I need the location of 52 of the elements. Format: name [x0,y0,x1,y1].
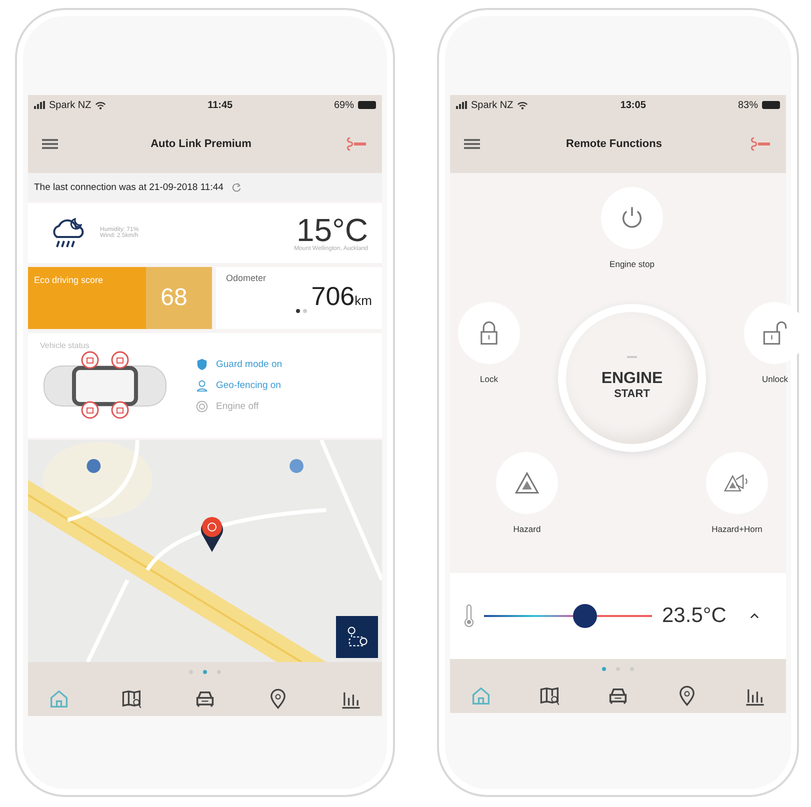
function-label: Unlock [762,374,788,384]
odometer-unit: km [354,293,372,308]
page-dot[interactable] [296,309,300,313]
page-dot[interactable] [602,667,606,671]
battery-icon [762,101,780,109]
engine-start-button[interactable]: ENGINE START [558,304,706,452]
battery-percent: 83% [738,100,758,110]
menu-button[interactable] [42,139,58,149]
carrier-name: Spark NZ [49,100,92,110]
function-label: Engine stop [610,259,654,269]
temperature-reading: 23.5°C [662,604,726,628]
menu-button[interactable] [464,139,480,149]
signal-icon [34,101,45,109]
map-tab[interactable] [121,688,143,710]
function-label: Hazard [513,524,541,534]
route-button[interactable] [336,616,378,658]
function-label: Hazard+Horn [712,524,762,534]
refresh-icon[interactable] [231,182,242,192]
hazard-icon [514,470,540,496]
map-drawing[interactable] [28,440,382,662]
eco-score-label: Eco driving score [33,274,104,287]
odometer-label: Odometer [226,273,268,283]
page-dot[interactable] [303,309,307,313]
function-label: Lock [480,374,498,384]
thermometer-icon [464,604,474,628]
eco-score-value: 68 [160,283,188,313]
status-time: 13:05 [619,100,647,110]
temperature-slider[interactable] [484,604,652,628]
car-location-pin-icon[interactable] [200,516,224,552]
map-tab[interactable] [538,685,560,707]
odometer-value: 706 [311,283,355,309]
vehicle-status-title: Vehicle status [40,341,90,350]
status-time: 11:45 [206,100,234,110]
screen-title: Remote Functions [565,138,663,150]
slider-thumb[interactable] [572,604,597,628]
battery-percent: 69% [334,100,354,110]
signal-icon [456,101,467,109]
screen-title: Auto Link Premium [150,138,252,150]
temperature-value: 15°C [296,214,368,246]
page-dot[interactable] [203,670,207,674]
sos-icon[interactable] [748,136,772,152]
status-text: Guard mode on [216,358,282,370]
last-connection-text: The last connection was at 21-09-2018 11:44 [34,182,224,192]
wifi-icon [517,100,528,110]
chevron-up-icon[interactable] [750,613,760,619]
status-text: Engine off [216,400,259,412]
battery-icon [358,101,376,109]
carrier-name: Spark NZ [471,100,514,110]
sos-icon[interactable] [344,136,368,152]
unlock-icon [762,320,788,346]
wifi-icon [95,100,106,110]
status-text: Geo-fencing on [216,380,281,390]
